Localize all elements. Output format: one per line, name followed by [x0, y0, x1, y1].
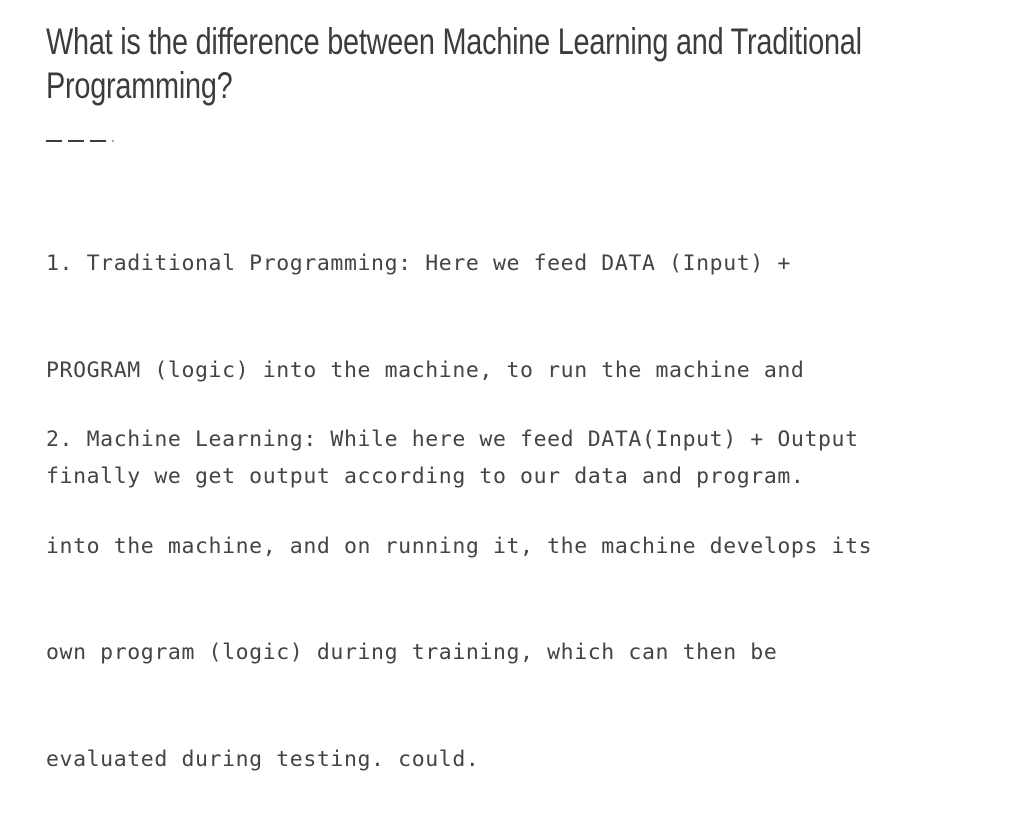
slide-title-line: Programming? [46, 65, 233, 106]
paragraph-machine-learning: 2. Machine Learning: While here we feed … [46, 351, 872, 813]
paragraph-line: 1. Traditional Programming: Here we feed… [46, 251, 791, 276]
paragraph-line: own program (logic) during training, whi… [46, 640, 778, 665]
divider-dash [90, 140, 106, 142]
paragraph-line: into the machine, and on running it, the… [46, 533, 873, 559]
title-divider [46, 140, 114, 142]
divider-dash [46, 140, 62, 142]
paragraph-line: evaluated during testing. could. [46, 746, 480, 772]
divider-dash [68, 140, 84, 142]
divider-dot [112, 140, 114, 142]
paragraph-line: 2. Machine Learning: While here we feed … [46, 427, 859, 452]
slide-title-line: What is the difference between Machine L… [46, 21, 862, 62]
slide-title: What is the difference between Machine L… [46, 20, 982, 108]
